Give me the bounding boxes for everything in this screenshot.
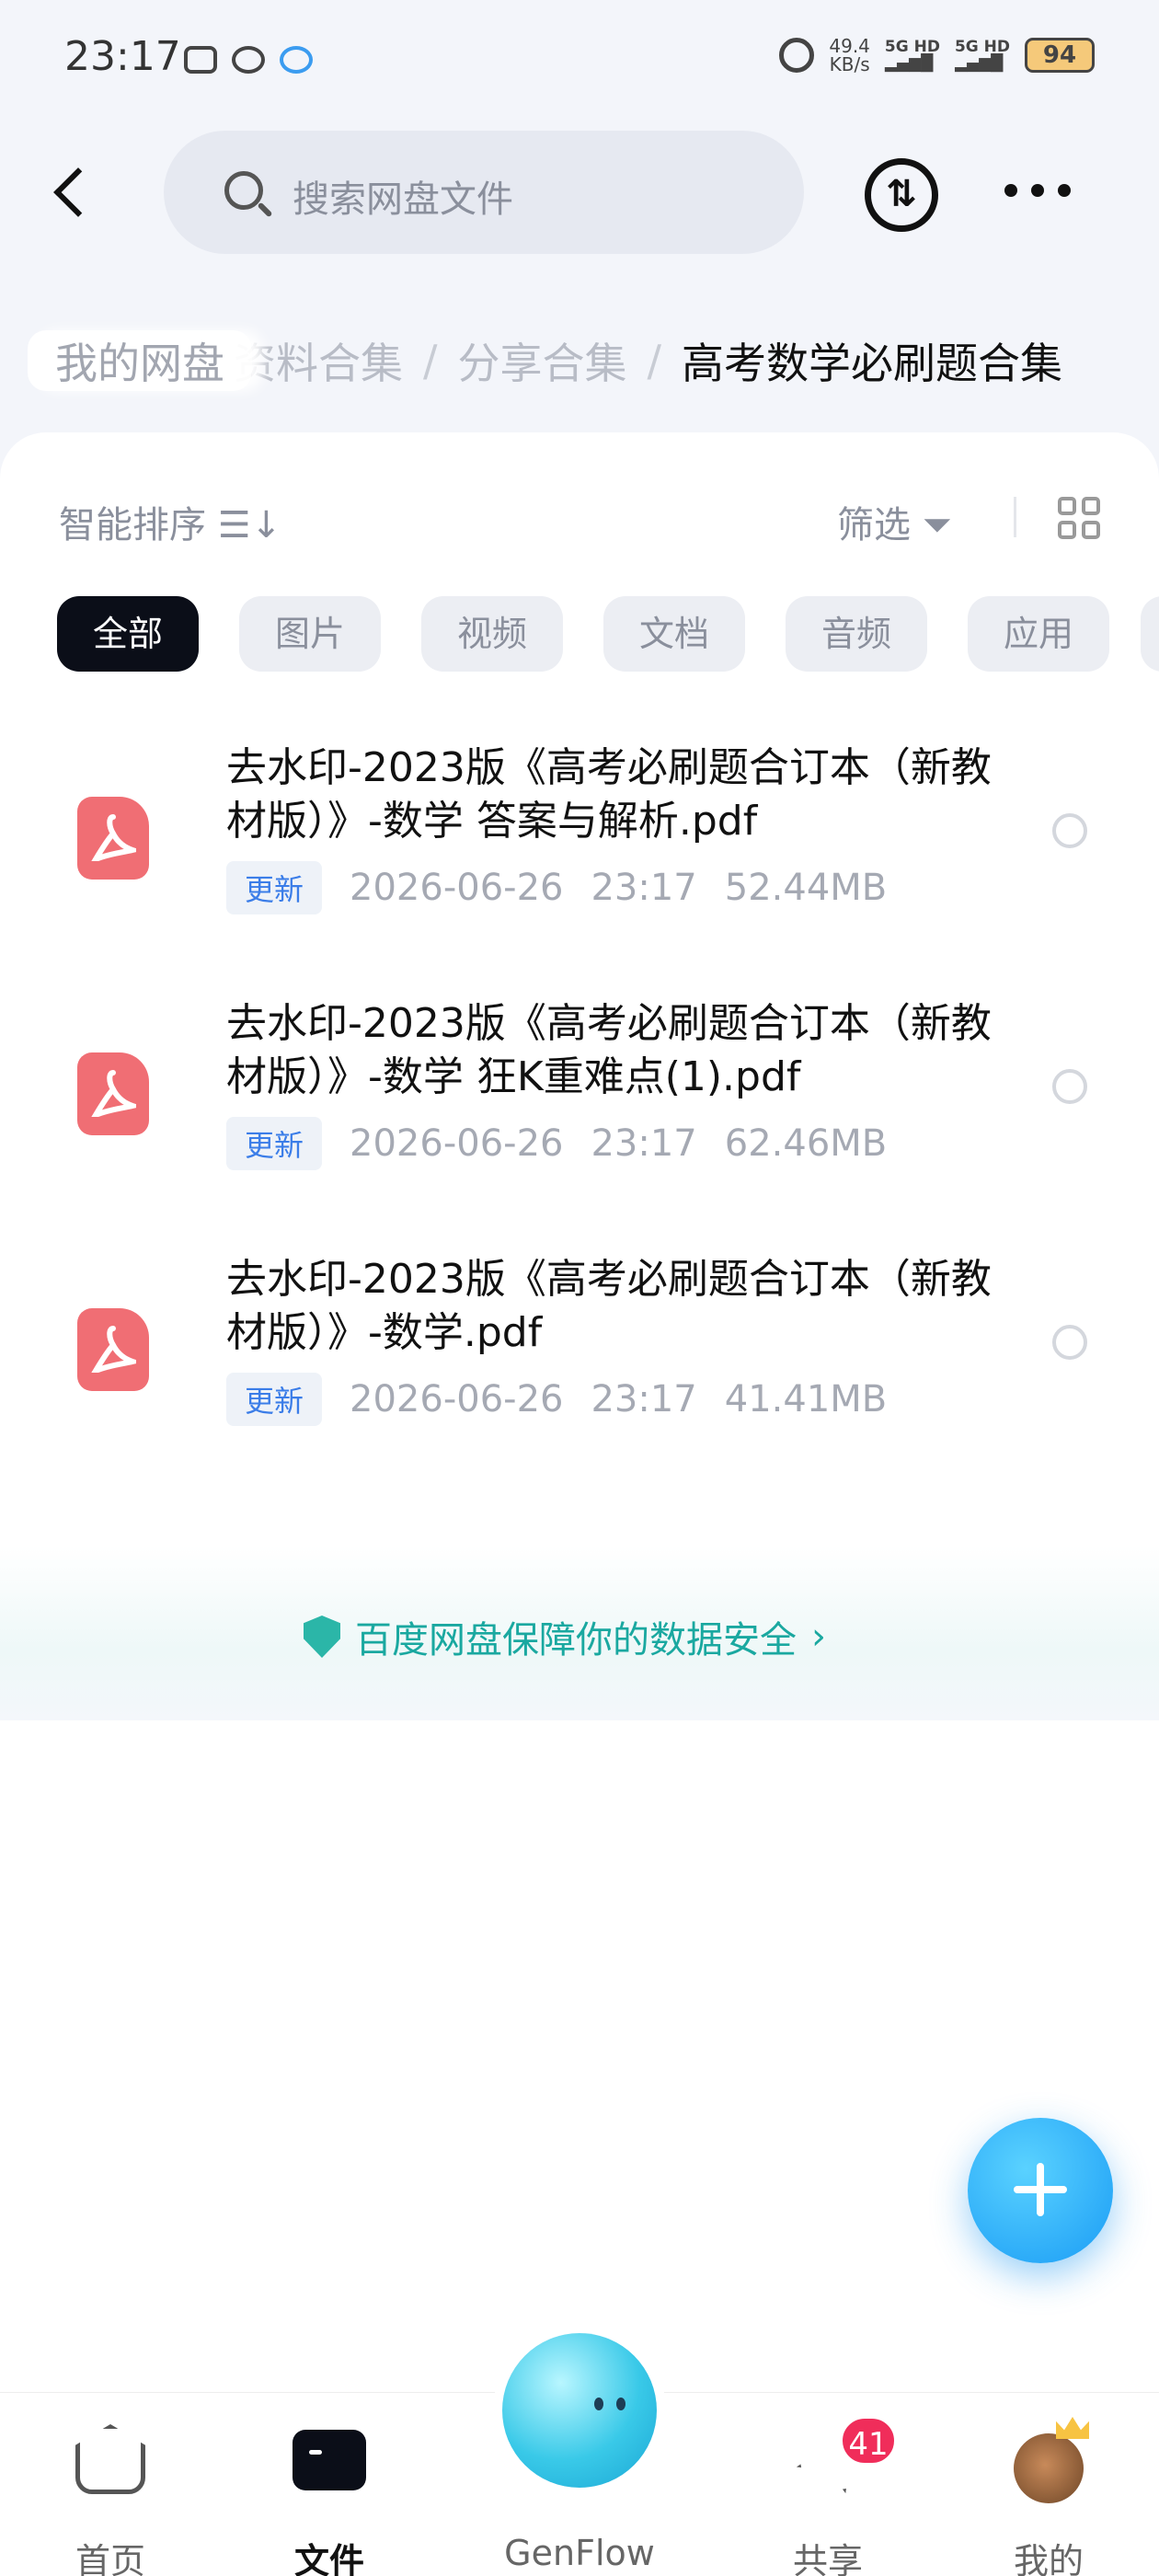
- filter-button[interactable]: 筛选 ⏷: [837, 495, 952, 548]
- more-dot-icon: [1004, 184, 1017, 197]
- tab-images[interactable]: 图片: [239, 596, 381, 672]
- battery-indicator: 94: [1025, 38, 1095, 73]
- nav-genflow-label: GenFlow: [504, 2533, 655, 2573]
- file-name: 去水印-2023版《高考必刷题合订本（新教材版）》-数学 狂K重难点(1).pd…: [226, 1000, 992, 1100]
- net-speed: 49.4 KB/s: [829, 37, 870, 74]
- alarm-icon: [779, 38, 815, 73]
- update-badge: 更新: [226, 861, 323, 914]
- status-time: 23:17: [64, 33, 181, 80]
- search-icon: [224, 171, 263, 210]
- security-notice-text: 百度网盘保障你的数据安全: [355, 1619, 797, 1662]
- bilibili-icon: [184, 46, 217, 74]
- file-meta: 更新 2026-06-26 23:17 62.46MB: [226, 1117, 887, 1170]
- breadcrumb-item[interactable]: 资料合集: [234, 330, 403, 391]
- wechat-icon: [232, 46, 265, 74]
- orb-eye: [594, 2398, 603, 2410]
- folder-icon: [293, 2430, 366, 2490]
- file-size: 62.46MB: [724, 1122, 888, 1165]
- file-time: 23:17: [591, 1378, 697, 1420]
- tab-all[interactable]: 全部: [57, 596, 199, 672]
- sort-label: 智能排序 ☰↓: [59, 504, 282, 546]
- file-meta: 更新 2026-06-26 23:17 41.41MB: [226, 1373, 887, 1426]
- tab-more-partial[interactable]: [1141, 596, 1159, 672]
- grid-icon: [1058, 497, 1076, 515]
- file-name: 去水印-2023版《高考必刷题合订本（新教材版）》-数学.pdf: [226, 1256, 992, 1356]
- filter-label: 筛选: [837, 504, 911, 546]
- pdf-file-icon: [77, 797, 149, 880]
- signal-2: 5G HD ▂▄▆█: [954, 38, 1010, 73]
- file-name: 去水印-2023版《高考必刷题合订本（新教材版）》-数学 答案与解析.pdf: [226, 744, 992, 845]
- filter-icon: ⏷: [922, 504, 952, 546]
- divider: [1014, 497, 1016, 537]
- breadcrumb-separator: /: [647, 336, 662, 385]
- select-checkbox[interactable]: [1052, 813, 1087, 848]
- file-time: 23:17: [591, 1122, 697, 1165]
- grid-icon: [1082, 521, 1100, 539]
- file-row[interactable]: 去水印-2023版《高考必刷题合订本（新教材版）》-数学.pdf 更新 2026…: [0, 1253, 1159, 1474]
- chevron-right-icon: ›: [811, 1616, 826, 1658]
- breadcrumb-item[interactable]: 分享合集: [458, 330, 627, 391]
- file-size: 52.44MB: [724, 867, 888, 909]
- pdf-file-icon: [77, 1052, 149, 1135]
- grid-icon: [1082, 497, 1100, 515]
- back-button[interactable]: [48, 156, 103, 230]
- breadcrumb: 我的网盘 资料合集 / 分享合集 / 高考数学必刷题合集: [28, 324, 1159, 397]
- tab-apps[interactable]: 应用: [968, 596, 1109, 672]
- select-checkbox[interactable]: [1052, 1325, 1087, 1360]
- breadcrumb-current: 高考数学必刷题合集: [682, 339, 1062, 388]
- file-date: 2026-06-26: [350, 867, 564, 909]
- grid-icon: [1058, 521, 1076, 539]
- nav-home-label: 首页: [75, 2541, 145, 2576]
- transfer-button[interactable]: ⇅: [865, 158, 938, 232]
- search-input[interactable]: 搜索网盘文件: [164, 131, 804, 254]
- more-button[interactable]: [1004, 184, 1071, 206]
- file-date: 2026-06-26: [350, 1122, 564, 1165]
- file-row[interactable]: 去水印-2023版《高考必刷题合订本（新教材版）》-数学 答案与解析.pdf 更…: [0, 742, 1159, 962]
- shield-icon: [304, 1616, 340, 1658]
- sort-button[interactable]: 智能排序 ☰↓: [59, 495, 281, 548]
- genflow-orb-icon[interactable]: [502, 2333, 657, 2488]
- tab-audio[interactable]: 音频: [786, 596, 927, 672]
- update-badge: 更新: [226, 1117, 323, 1170]
- select-checkbox[interactable]: [1052, 1069, 1087, 1104]
- update-badge: 更新: [226, 1373, 323, 1426]
- file-size: 41.41MB: [724, 1378, 888, 1420]
- status-right: 49.4 KB/s 5G HD ▂▄▆█ 5G HD ▂▄▆█ 94: [779, 37, 1095, 74]
- nav-files-label: 文件: [293, 2541, 364, 2576]
- security-notice-link[interactable]: 百度网盘保障你的数据安全 ›: [304, 1610, 826, 1663]
- nav-me-label: 我的: [1013, 2541, 1084, 2576]
- net-speed-value: 49.4: [829, 35, 870, 57]
- baidu-netdisk-icon: [280, 46, 313, 74]
- crown-icon: [1056, 2417, 1089, 2439]
- net-speed-unit: KB/s: [829, 53, 870, 75]
- search-placeholder: 搜索网盘文件: [293, 178, 513, 221]
- breadcrumb-separator: /: [423, 336, 438, 385]
- orb-eye: [616, 2398, 625, 2410]
- avatar: [1014, 2433, 1084, 2503]
- breadcrumb-home[interactable]: 我的网盘: [28, 330, 252, 391]
- pdf-file-icon: [77, 1308, 149, 1391]
- file-date: 2026-06-26: [350, 1378, 564, 1420]
- share-badge: 41: [839, 2415, 898, 2467]
- empty-area: [0, 1720, 1159, 2392]
- home-icon: [75, 2424, 145, 2494]
- tab-videos[interactable]: 视频: [421, 596, 563, 672]
- file-time: 23:17: [591, 867, 697, 909]
- signal-1: 5G HD ▂▄▆█: [884, 38, 940, 73]
- tab-documents[interactable]: 文档: [603, 596, 745, 672]
- add-button[interactable]: [968, 2118, 1113, 2263]
- transfer-icon: ⇅: [886, 173, 917, 215]
- category-tabs: 全部 图片 视频 文档 音频 应用: [57, 596, 1109, 672]
- grid-view-button[interactable]: [1058, 497, 1100, 539]
- back-arrow-icon: [53, 167, 103, 217]
- more-dot-icon: [1031, 184, 1044, 197]
- nav-share-label: 共享: [792, 2541, 863, 2576]
- more-dot-icon: [1058, 184, 1071, 197]
- file-row[interactable]: 去水印-2023版《高考必刷题合订本（新教材版）》-数学 狂K重难点(1).pd…: [0, 997, 1159, 1218]
- file-meta: 更新 2026-06-26 23:17 52.44MB: [226, 861, 887, 914]
